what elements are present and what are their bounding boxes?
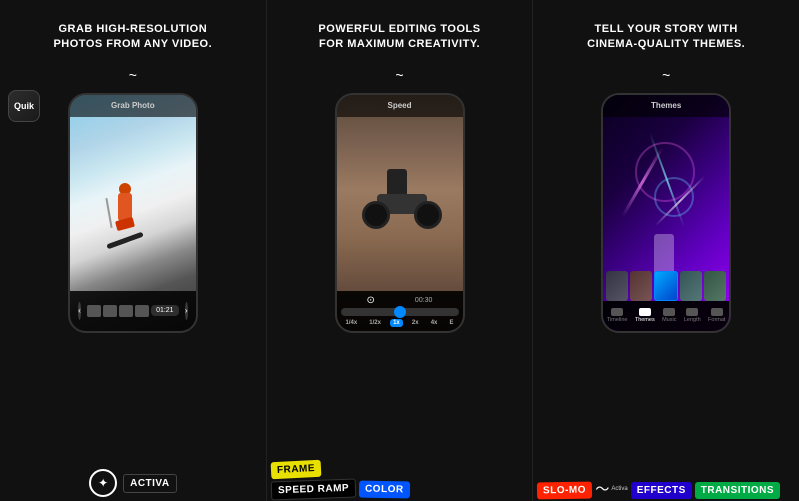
moto-figure bbox=[362, 154, 442, 234]
phone-2: Speed ⊙ 00:30 bbox=[335, 93, 465, 333]
column-1: GRAB HIGH-RESOLUTION PHOTOS FROM ANY VID… bbox=[0, 0, 266, 501]
snowboarder-figure bbox=[105, 183, 145, 248]
timeline-thumb-4 bbox=[135, 305, 149, 317]
theme-thumb-glitch[interactable] bbox=[630, 271, 652, 301]
quik-badge: Quik bbox=[8, 90, 40, 122]
tab-format-icon bbox=[711, 308, 723, 316]
col2-heading: POWERFUL EDITING TOOLS FOR MAXIMUM CREAT… bbox=[318, 22, 480, 53]
main-container: GRAB HIGH-RESOLUTION PHOTOS FROM ANY VID… bbox=[0, 0, 799, 501]
moto-wheel-rear bbox=[362, 201, 390, 229]
wave-icon-row: 〜 Activa bbox=[595, 479, 627, 499]
tab-music[interactable]: Music bbox=[662, 308, 676, 323]
col1-heading: GRAB HIGH-RESOLUTION PHOTOS FROM ANY VID… bbox=[53, 22, 212, 53]
wave-icon: 〜 bbox=[595, 479, 609, 499]
timeline-thumb-3 bbox=[119, 305, 133, 317]
col2-sticker-row-1: FRAME bbox=[271, 461, 529, 478]
speed-ramp-sticker: SPEED RAMP bbox=[270, 479, 356, 501]
nav-right-arrow[interactable]: › bbox=[185, 302, 188, 320]
tab-themes[interactable]: Themes bbox=[635, 308, 655, 323]
theme-thumb-extra1[interactable] bbox=[680, 271, 702, 301]
column-2: POWERFUL EDITING TOOLS FOR MAXIMUM CREAT… bbox=[266, 0, 534, 501]
speed-btn-4x[interactable]: 4x bbox=[428, 319, 441, 327]
timeline-thumb-1 bbox=[87, 305, 101, 317]
snowboard bbox=[106, 232, 143, 250]
frame-sticker: FRAME bbox=[270, 460, 321, 480]
speed-btn-quarter[interactable]: 1/4x bbox=[343, 319, 361, 327]
col3-bottom-stickers: SLO-MO 〜 Activa EFFECTS TRANSITIONS bbox=[533, 479, 799, 499]
phone3-tabs: Timeline Themes Music Length bbox=[603, 301, 729, 331]
theme-thumb-extra2[interactable] bbox=[704, 271, 726, 301]
activa-label: Activa bbox=[123, 474, 176, 493]
tab-timeline[interactable]: Timeline bbox=[607, 308, 628, 323]
light-circle-2 bbox=[654, 177, 694, 217]
slo-mo-sticker: SLO-MO bbox=[537, 482, 592, 500]
nav-left-arrow[interactable]: ‹ bbox=[78, 302, 81, 320]
col2-squiggle: ~ bbox=[395, 67, 403, 83]
theme-thumb-active[interactable] bbox=[654, 271, 678, 301]
col1-activa-row: ✦ Activa bbox=[89, 469, 176, 497]
col1-squiggle: ~ bbox=[129, 67, 137, 83]
ski-poles bbox=[106, 198, 113, 228]
col3-heading: TELL YOUR STORY WITH CINEMA-QUALITY THEM… bbox=[587, 22, 745, 53]
phone3-screen: Themes bbox=[603, 95, 729, 331]
speed-slider-row bbox=[341, 308, 459, 316]
col2-sticker-row-2: SPEED RAMP COLOR bbox=[271, 480, 529, 499]
speed-btn-2x[interactable]: 2x bbox=[409, 319, 422, 327]
theme-thumbnails-row bbox=[603, 271, 729, 301]
phone1-screen: Grab Photo ‹ bbox=[70, 95, 196, 331]
tab-timeline-icon bbox=[611, 308, 623, 316]
moto-wheel-front bbox=[414, 201, 442, 229]
tab-themes-icon bbox=[639, 308, 651, 316]
phone2-screen: Speed ⊙ 00:30 bbox=[337, 95, 463, 331]
col1-bottom-area: ✦ Activa bbox=[0, 469, 266, 497]
activa-label-2: Activa bbox=[611, 486, 627, 492]
tab-length[interactable]: Length bbox=[684, 308, 701, 323]
color-sticker: COLOR bbox=[359, 481, 410, 499]
tab-music-icon bbox=[663, 308, 675, 316]
col3-squiggle: ~ bbox=[662, 67, 670, 83]
phone1-topbar: Grab Photo bbox=[70, 95, 196, 117]
phone-3: Themes bbox=[601, 93, 731, 333]
transitions-sticker: TRANSITIONS bbox=[695, 482, 780, 499]
speed-track[interactable] bbox=[341, 308, 459, 316]
phone2-topbar: Speed bbox=[337, 95, 463, 117]
speed-btn-1x[interactable]: 1x bbox=[390, 319, 403, 327]
star-circle: ✦ bbox=[89, 469, 117, 497]
column-3: TELL YOUR STORY WITH CINEMA-QUALITY THEM… bbox=[533, 0, 799, 501]
time-display: 00:30 bbox=[415, 297, 433, 304]
theme-thumb-travel[interactable] bbox=[606, 271, 628, 301]
timeline-strip: 01:21 bbox=[87, 305, 179, 317]
record-icon-row: ⊙ 00:30 bbox=[341, 295, 459, 306]
col2-bottom-stickers: FRAME SPEED RAMP COLOR bbox=[267, 461, 533, 499]
phone3-topbar: Themes bbox=[603, 95, 729, 117]
speed-thumb[interactable] bbox=[394, 306, 406, 318]
tab-format[interactable]: Format bbox=[708, 308, 725, 323]
timeline-thumb-2 bbox=[103, 305, 117, 317]
phone1-controls: ‹ 01:21 › bbox=[70, 291, 196, 331]
camera-icon: ⊙ bbox=[367, 295, 375, 306]
time-indicator-1: 01:21 bbox=[151, 305, 179, 316]
speed-btn-e[interactable]: E bbox=[446, 319, 456, 327]
phone-1: Grab Photo ‹ bbox=[68, 93, 198, 333]
speed-btn-half[interactable]: 1/2x bbox=[366, 319, 384, 327]
speed-controls: ⊙ 00:30 1/4x 1/2x 1x 2x 4x E bbox=[337, 291, 463, 331]
tab-length-icon bbox=[686, 308, 698, 316]
speed-buttons-row: 1/4x 1/2x 1x 2x 4x E bbox=[341, 319, 459, 327]
effects-sticker: EFFECTS bbox=[631, 482, 692, 499]
